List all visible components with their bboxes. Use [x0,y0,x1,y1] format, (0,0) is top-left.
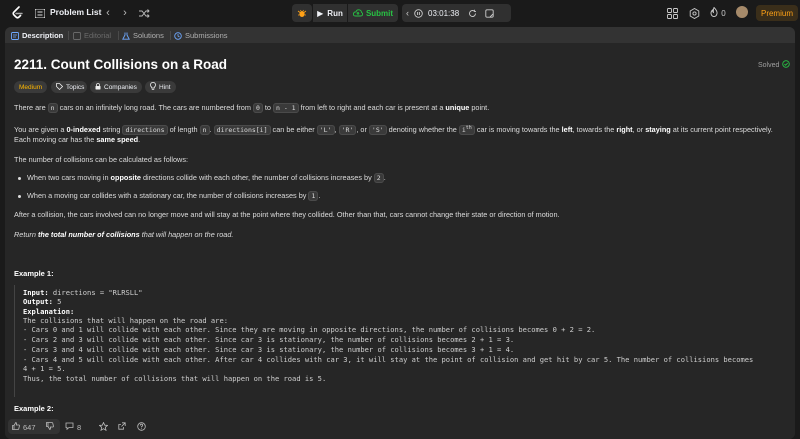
tag-icon [56,82,64,92]
bullet-item: When two cars moving in opposite directi… [27,173,386,183]
description-paragraph: The number of collisions can be calculat… [14,155,188,164]
note-icon[interactable] [485,8,494,18]
example-1-input: Input: directions = "RLRSLL" [23,288,143,297]
tab-description[interactable]: Description [11,30,63,41]
check-circle-icon [782,60,791,70]
topics-chip[interactable]: Topics [51,81,87,93]
thumbs-up-icon [12,422,20,432]
hint-chip[interactable]: Hint [145,81,176,93]
help-icon[interactable] [137,422,146,431]
companies-chip[interactable]: Companies [90,81,142,93]
reset-icon[interactable] [468,9,477,18]
like-button[interactable]: 647 [12,422,36,432]
comment-icon [65,422,74,432]
problem-list-icon[interactable] [35,8,45,18]
run-button[interactable]: ▶ Run [313,4,347,22]
explanation-line: - Cars 4 and 5 will collide with each ot… [23,355,754,364]
dislike-button[interactable] [46,422,54,432]
description-paragraph: After a collision, the cars involved can… [14,210,560,219]
bottom-action-bar: 647 8 [5,415,795,439]
example-1-output: Output: 5 [23,297,62,306]
user-avatar[interactable] [736,6,748,18]
comments-button[interactable]: 8 [65,422,81,432]
flask-icon [122,32,130,40]
tab-submissions[interactable]: Submissions [174,30,228,41]
bullet-dot [18,195,21,198]
example-2-title: Example 2: [14,404,54,413]
description-panel: Description Editorial Solutions Submissi… [5,27,795,439]
book-icon [73,31,81,40]
bullet-dot [18,177,21,180]
problem-list-link[interactable]: Problem List [50,7,101,17]
explanation-line: - Cars 3 and 4 will collide with each ot… [23,345,515,354]
explanation-line: - Cars 2 and 3 will collide with each ot… [23,335,515,344]
explanation-line: 4 + 1 = 5. [23,364,66,373]
leetcode-logo-icon[interactable] [10,6,24,20]
difficulty-badge: Medium [14,81,47,93]
timer-display[interactable]: 03:01:38 [428,9,459,18]
bullet-item: When a moving car collides with a statio… [27,191,321,201]
gear-icon[interactable] [688,7,700,19]
timer-icon[interactable] [414,8,423,18]
description-paragraph-cont: Each moving car has the same speed. [14,135,141,144]
bug-icon [297,9,307,17]
chevron-right-icon[interactable]: › [120,7,130,19]
panel-tabs: Description Editorial Solutions Submissi… [5,27,795,43]
play-icon: ▶ [317,8,324,18]
solved-status: Solved [758,60,791,70]
example-1-title: Example 1: [14,269,54,278]
top-navbar: Problem List ‹ › ▶ Run Submit ‹ 03:01:38 [0,0,800,26]
example-divider [14,285,15,397]
problem-title[interactable]: 2211. Count Collisions on a Road [14,57,227,72]
debug-button[interactable] [292,4,312,22]
thumbs-down-icon [46,422,54,432]
share-icon[interactable] [118,422,126,430]
document-icon [11,31,19,40]
example-1-explanation-label: Explanation: [23,307,75,316]
shuffle-icon[interactable] [138,7,150,19]
streak-counter[interactable]: 0 [708,6,728,19]
cloud-upload-icon [352,9,363,17]
star-icon[interactable] [99,422,108,431]
description-paragraph: There are n cars on an infinitely long r… [14,103,490,113]
history-icon [174,31,182,40]
tab-solutions[interactable]: Solutions [122,30,164,41]
explanation-line: - Cars 0 and 1 will collide with each ot… [23,325,596,334]
lock-icon [95,82,101,92]
fire-icon [710,6,718,19]
chevron-left-icon[interactable]: ‹ [103,7,113,19]
collapse-left-icon[interactable]: ‹ [406,8,409,18]
premium-button[interactable]: Premium [756,5,798,21]
lightbulb-icon [150,82,156,92]
explanation-line: Thus, the total number of collisions tha… [23,374,327,383]
submit-button[interactable]: Submit [348,4,398,22]
layout-grid-icon[interactable] [666,7,678,19]
explanation-line: The collisions that will happen on the r… [23,316,228,325]
timer-controls: ‹ 03:01:38 [402,4,511,22]
tab-editorial[interactable]: Editorial [73,30,111,41]
description-paragraph: Return the total number of collisions th… [14,230,234,239]
run-toolbar: ▶ Run Submit ‹ 03:01:38 [292,4,511,22]
